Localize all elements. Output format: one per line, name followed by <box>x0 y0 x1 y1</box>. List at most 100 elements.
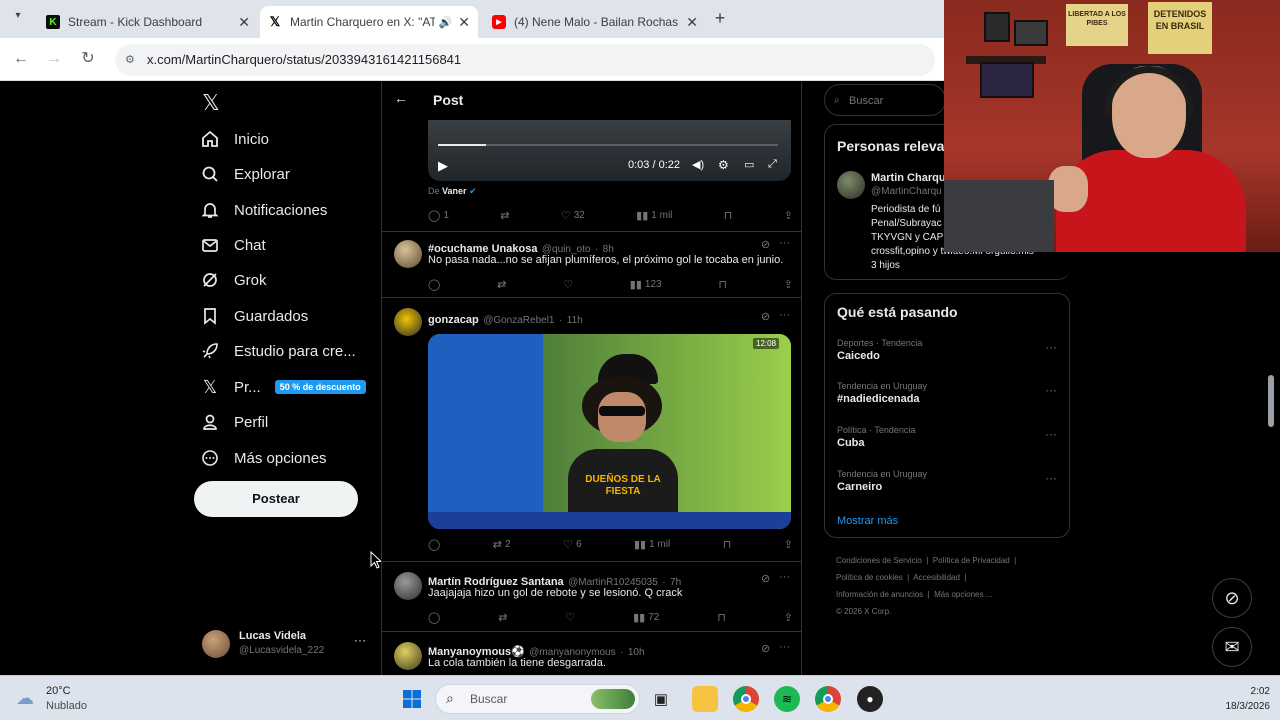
picture-in-picture-icon[interactable]: ▭ <box>744 158 754 171</box>
file-explorer-icon[interactable] <box>692 686 718 712</box>
show-more-link[interactable]: Mostrar más <box>837 515 898 527</box>
account-switcher[interactable]: Lucas Videla @Lucasvidela_222 ··· <box>202 627 372 667</box>
spotify-icon[interactable]: ≋ <box>774 686 800 712</box>
more-icon[interactable]: ··· <box>779 309 790 321</box>
bookmark-button[interactable]: ⊓ <box>718 276 727 292</box>
bookmark-button[interactable]: ⊓ <box>723 536 732 552</box>
reload-icon[interactable]: ↻ <box>77 48 99 70</box>
grok-icon[interactable]: ⊘ <box>761 238 770 251</box>
task-view-icon[interactable]: ▣ <box>648 686 674 712</box>
reply-post[interactable]: Manyanoymous⚽ @manyanonymous · 10h ⊘ ···… <box>382 632 801 675</box>
nav-item-bookmarks[interactable]: Guardados <box>200 301 308 331</box>
post-button[interactable]: Postear <box>194 481 358 517</box>
avatar[interactable] <box>394 642 422 670</box>
chrome-icon[interactable] <box>733 686 759 712</box>
bookmark-button[interactable]: ⊓ <box>724 207 733 223</box>
like-button[interactable]: ♡ 6 <box>563 536 581 552</box>
reply-post[interactable]: #ocuchame Unakosa @quin_oto · 8h ⊘ ··· N… <box>382 232 801 298</box>
speaker-icon[interactable]: 🔊 <box>439 16 453 29</box>
reply-button[interactable]: ◯ 1 <box>428 207 449 223</box>
repost-button[interactable]: ⇄ <box>498 609 507 625</box>
trend-item[interactable]: Política · Tendencia Cuba ··· <box>837 425 1057 449</box>
more-icon[interactable]: ··· <box>1045 471 1057 485</box>
repost-button[interactable]: ⇄ <box>497 276 506 292</box>
browser-tab-kick[interactable]: K Stream - Kick Dashboard ✕ <box>38 6 258 38</box>
like-button[interactable]: ♡ <box>563 276 573 292</box>
windows-start-icon[interactable] <box>399 686 425 712</box>
views-button[interactable]: ▮▮ 123 <box>630 276 662 292</box>
repost-button[interactable]: ⇄ <box>500 207 509 223</box>
site-settings-icon[interactable]: ⚙ <box>125 44 135 76</box>
views-button[interactable]: ▮▮ 1 mil <box>636 207 672 223</box>
tab-list-dropdown[interactable]: ▾ <box>8 10 28 28</box>
back-arrow-icon[interactable]: ← <box>394 90 408 106</box>
reply-post[interactable]: Martín Rodríguez Santana @MartinR1024503… <box>382 562 801 632</box>
search-input[interactable]: ⌕ Buscar <box>824 84 946 116</box>
share-button[interactable]: ⇪ <box>784 609 793 625</box>
like-button[interactable]: ♡ <box>565 609 575 625</box>
weather-widget[interactable]: ☁ 20°C Nublado <box>16 683 126 715</box>
browser-tab-youtube[interactable]: ▶ (4) Nene Malo - Bailan Rochas ✕ <box>484 6 706 38</box>
mute-icon[interactable]: ◀) <box>692 158 704 171</box>
like-button[interactable]: ♡ 32 <box>561 207 585 223</box>
share-button[interactable]: ⇪ <box>784 536 793 552</box>
browser-tab-x[interactable]: 𝕏 Martin Charquero en X: "AT 🔊 ✕ <box>260 6 478 38</box>
x-logo-icon[interactable]: 𝕏 <box>202 90 220 116</box>
close-tab-icon[interactable]: ✕ <box>686 14 698 31</box>
avatar[interactable] <box>837 171 865 199</box>
views-button[interactable]: ▮▮ 1 mil <box>634 536 670 552</box>
grok-fab-button[interactable]: ⊘ <box>1212 578 1252 618</box>
video-player[interactable]: ▶ 0:03 / 0:22 ◀) ⚙ ▭ ⤢ <box>428 120 791 181</box>
close-tab-icon[interactable]: ✕ <box>238 14 250 31</box>
fullscreen-icon[interactable]: ⤢ <box>768 158 777 171</box>
reply-post[interactable]: gonzacap @GonzaRebel1 · 11h ⊘ ··· DUEÑOS… <box>382 298 801 562</box>
account-more-icon[interactable]: ··· <box>354 633 366 647</box>
back-arrow-icon[interactable]: ← <box>10 48 32 70</box>
more-icon[interactable]: ··· <box>779 571 790 583</box>
reply-button[interactable]: ◯ <box>428 536 440 552</box>
more-icon[interactable]: ··· <box>1045 340 1057 354</box>
url-field[interactable]: ⚙ x.com/MartinCharquero/status/203394316… <box>115 44 935 76</box>
views-button[interactable]: ▮▮ 72 <box>633 609 659 625</box>
more-icon[interactable]: ··· <box>1045 427 1057 441</box>
grok-icon[interactable]: ⊘ <box>761 572 770 585</box>
nav-item-chat[interactable]: Chat <box>200 230 266 260</box>
trend-item[interactable]: Tendencia en Uruguay Carneiro ··· <box>837 469 1057 493</box>
nav-item-more[interactable]: Más opciones <box>200 443 327 473</box>
bookmark-button[interactable]: ⊓ <box>717 609 726 625</box>
reply-media[interactable]: DUEÑOS DE LA FIESTA 12:08 <box>428 334 791 529</box>
settings-icon[interactable]: ⚙ <box>718 158 729 172</box>
reply-button[interactable]: ◯ <box>428 276 440 292</box>
forward-arrow-icon[interactable]: → <box>43 48 65 70</box>
nav-item-premium[interactable]: 𝕏 Pr... 50 % de descuento <box>200 372 366 402</box>
relevant-person-name[interactable]: Martin Charqu <box>871 172 946 184</box>
clock[interactable]: 2:02 18/3/2026 <box>1190 684 1271 714</box>
nav-item-explore[interactable]: Explorar <box>200 159 290 189</box>
close-tab-icon[interactable]: ✕ <box>458 14 470 31</box>
nav-item-notifications[interactable]: Notificaciones <box>200 195 327 225</box>
avatar[interactable] <box>394 308 422 336</box>
relevant-person-handle[interactable]: @MartinCharqu <box>871 186 942 197</box>
video-progress-bar[interactable] <box>438 144 778 146</box>
share-button[interactable]: ⇪ <box>784 207 793 223</box>
taskbar-search[interactable]: ⌕ Buscar <box>435 684 640 714</box>
avatar[interactable] <box>394 572 422 600</box>
recording-app-icon[interactable]: ● <box>857 686 883 712</box>
avatar[interactable] <box>394 240 422 268</box>
chrome-profile-icon[interactable] <box>815 686 841 712</box>
page-scrollbar[interactable] <box>1268 375 1274 427</box>
reply-button[interactable]: ◯ <box>428 609 440 625</box>
share-button[interactable]: ⇪ <box>784 276 793 292</box>
more-icon[interactable]: ··· <box>1045 383 1057 397</box>
trend-item[interactable]: Tendencia en Uruguay #nadiedicenada ··· <box>837 381 1057 405</box>
nav-item-creator-studio[interactable]: Estudio para cre... <box>200 336 356 366</box>
nav-item-grok[interactable]: Grok <box>200 265 267 295</box>
more-icon[interactable]: ··· <box>779 237 790 249</box>
nav-item-profile[interactable]: Perfil <box>200 407 268 437</box>
new-tab-button[interactable]: + <box>710 8 730 28</box>
nav-item-home[interactable]: Inicio <box>200 124 269 154</box>
trend-item[interactable]: Deportes · Tendencia Caicedo ··· <box>837 338 1057 362</box>
more-icon[interactable]: ··· <box>779 641 790 653</box>
repost-button[interactable]: ⇄ 2 <box>493 536 511 552</box>
messages-fab-button[interactable]: ✉ <box>1212 627 1252 667</box>
